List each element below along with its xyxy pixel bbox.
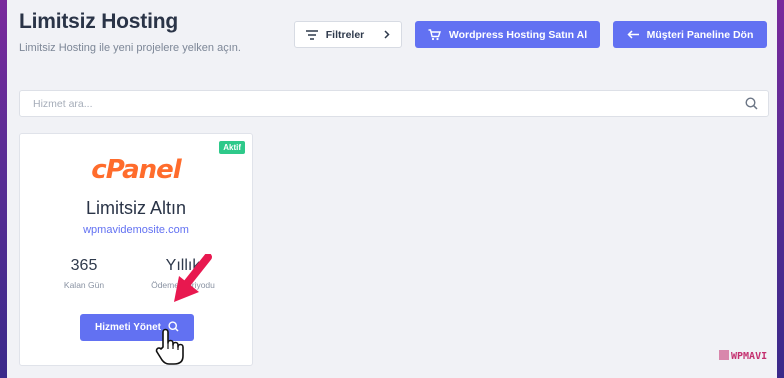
- service-card: Aktif cPanel Limitsiz Altın wpmavidemosi…: [19, 133, 253, 366]
- chevron-right-icon: [384, 30, 390, 39]
- plan-name: Limitsiz Altın: [85, 198, 187, 218]
- filters-button-label: Filtreler: [325, 28, 365, 41]
- remaining-days-value: 365: [70, 257, 98, 274]
- search-icon[interactable]: [745, 97, 758, 115]
- cart-icon: [428, 28, 441, 41]
- remaining-days-stat: 365 Kalan Gün: [36, 257, 132, 290]
- back-to-customer-panel-label: Müşteri Paneline Dön: [646, 28, 754, 41]
- annotation-arrow-icon: [168, 253, 216, 311]
- back-to-customer-panel-button[interactable]: Müşteri Paneline Dön: [613, 21, 767, 48]
- barcode-icon: [719, 350, 729, 363]
- remaining-days-label: Kalan Gün: [63, 280, 105, 290]
- search-input[interactable]: [20, 91, 720, 116]
- arrow-left-icon: [627, 30, 639, 39]
- status-badge: Aktif: [219, 141, 245, 154]
- buy-wordpress-hosting-label: Wordpress Hosting Satın Al: [448, 28, 588, 41]
- watermark-text: WPMAVI: [731, 351, 768, 362]
- app-frame: Limitsiz Hosting Limitsiz Hosting ile ye…: [7, 0, 777, 378]
- cpanel-logo: cPanel: [91, 155, 181, 185]
- wpmavi-watermark: WPMAVI: [719, 350, 767, 363]
- buy-wordpress-hosting-button[interactable]: Wordpress Hosting Satın Al: [415, 21, 600, 48]
- manage-service-label: Hizmeti Yönet: [95, 322, 161, 333]
- filter-icon: [305, 29, 318, 40]
- search-bar: [19, 90, 769, 117]
- filters-button[interactable]: Filtreler: [294, 21, 402, 48]
- hand-cursor-icon: [155, 328, 185, 371]
- page-subtitle: Limitsiz Hosting ile yeni projelere yelk…: [19, 42, 241, 54]
- service-domain-link[interactable]: wpmavidemosite.com: [20, 224, 252, 236]
- page-title: Limitsiz Hosting: [19, 10, 178, 33]
